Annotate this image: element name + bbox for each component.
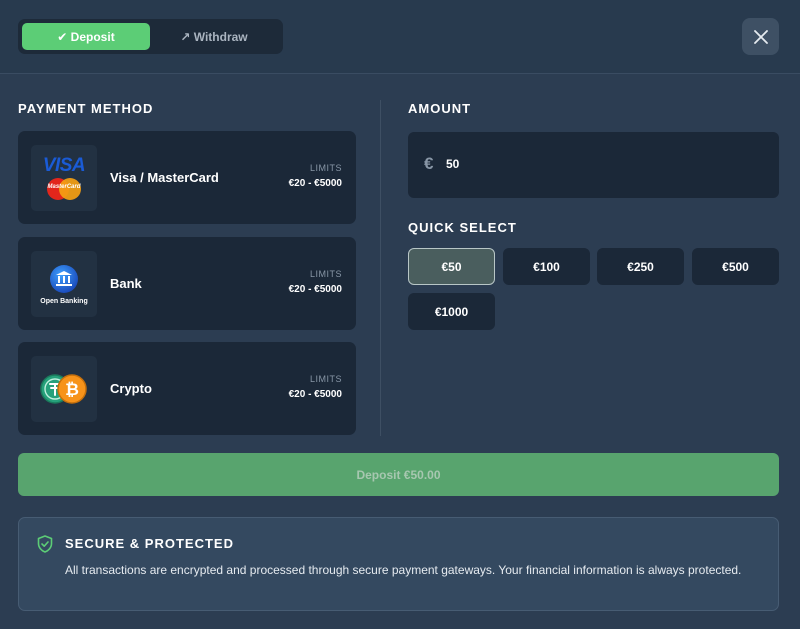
svg-text:₿: ₿ [65,380,79,400]
limits-label: LIMITS [309,269,342,279]
open-banking-logo: Open Banking [31,251,97,317]
quick-select-50-button[interactable]: €50 [408,248,495,285]
tab-withdraw-label: ↗ Withdraw [180,29,248,44]
payment-method-visa-mastercard[interactable]: VISA MasterCard Visa / MasterCard LIMITS… [18,131,356,224]
security-text: All transactions are encrypted and proce… [65,563,742,577]
quick-select-500-button[interactable]: €500 [692,248,779,285]
limits-value: €20 - €5000 [288,284,342,295]
method-name-crypto: Crypto [110,381,152,396]
security-title: SECURE & PROTECTED [65,536,234,551]
limits-label: LIMITS [309,374,342,384]
visa-logo-text: VISA [42,155,86,176]
payment-method-crypto[interactable]: ₿ Crypto LIMITS €20 - €5000 [18,342,356,435]
payment-method-bank[interactable]: Open Banking Bank LIMITS €20 - €5000 [18,237,356,330]
tab-deposit-label: ✔ Deposit [57,29,115,44]
amount-input[interactable] [446,152,746,176]
deposit-submit-button[interactable]: Deposit €50.00 [18,453,779,496]
close-icon [753,29,768,44]
security-notice: SECURE & PROTECTED All transactions are … [18,517,779,611]
method-name-bank: Bank [110,276,142,291]
limits-value: €20 - €5000 [288,389,342,400]
visa-mastercard-logo: VISA MasterCard [31,145,97,211]
euro-icon: € [424,154,434,173]
mastercard-icon: MasterCard [45,178,83,200]
crypto-logo: ₿ [31,356,97,422]
tab-withdraw[interactable]: ↗ Withdraw [150,23,278,50]
limits-label: LIMITS [309,163,342,173]
amount-field: € [408,132,779,198]
quick-select-1000-button[interactable]: €1000 [408,293,495,330]
column-divider [380,100,381,436]
shield-check-icon [37,535,53,553]
method-name-visa-mastercard: Visa / MasterCard [110,170,219,185]
close-button[interactable] [742,18,779,55]
payment-method-title: PAYMENT METHOD [18,101,154,116]
quick-select-title: QUICK SELECT [408,220,517,235]
deposit-withdraw-tabs: ✔ Deposit ↗ Withdraw [18,19,283,54]
amount-title: AMOUNT [408,101,472,116]
bank-icon [50,264,78,293]
mastercard-logo-text: MasterCard [47,184,81,190]
limits-value: €20 - €5000 [288,178,342,189]
crypto-coins-icon: ₿ [40,374,87,404]
modal-header: ✔ Deposit ↗ Withdraw [0,0,800,74]
open-banking-text: Open Banking [40,297,88,305]
quick-select-250-button[interactable]: €250 [597,248,684,285]
tab-deposit[interactable]: ✔ Deposit [22,23,150,50]
quick-select-100-button[interactable]: €100 [503,248,590,285]
